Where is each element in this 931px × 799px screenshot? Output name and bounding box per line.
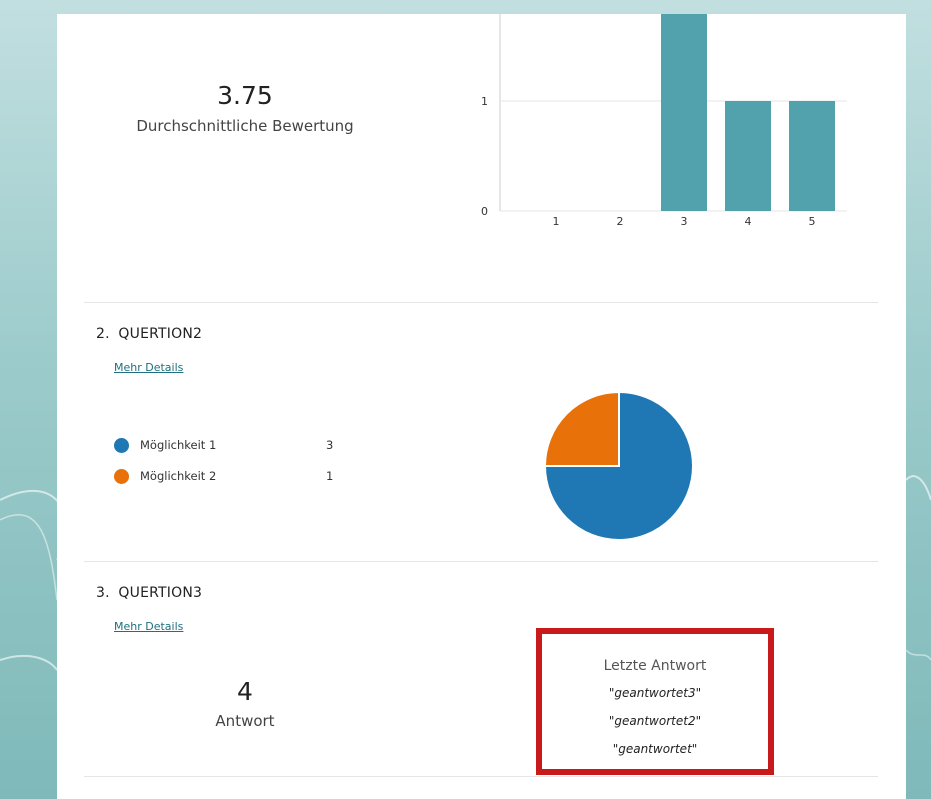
question-3-number: 3. — [96, 585, 110, 601]
option-1-swatch — [114, 438, 129, 453]
section-divider — [84, 776, 878, 777]
question-3-more-details-link[interactable]: Mehr Details — [114, 620, 183, 633]
option-2-label: Möglichkeit 2 — [140, 469, 217, 483]
question-3-text: QUERTION3 — [118, 585, 203, 601]
bar-5 — [789, 101, 835, 211]
options-pie-chart — [543, 390, 694, 541]
response-count-label: Antwort — [215, 712, 275, 730]
y-tick-label: 0 — [481, 205, 488, 218]
question-2-text: QUERTION2 — [118, 326, 203, 342]
option-1-label: Möglichkeit 1 — [140, 438, 217, 452]
y-tick-label: 1 — [481, 95, 488, 108]
latest-responses-title: Letzte Antwort — [603, 658, 707, 674]
bar-4 — [725, 101, 771, 211]
option-2-count: 1 — [326, 469, 334, 483]
question-2-more-details-link[interactable]: Mehr Details — [114, 361, 183, 374]
rating-bar-chart: 0 1 1 2 3 4 5 — [481, 14, 847, 228]
latest-responses-box: Letzte Antwort "geantwortet3" "geantwort… — [536, 628, 774, 775]
average-rating-label: Durchschnittliche Bewertung — [136, 117, 354, 135]
x-tick-label: 5 — [809, 215, 816, 228]
x-tick-label: 2 — [617, 215, 624, 228]
option-2-swatch — [114, 469, 129, 484]
latest-response-item: "geantwortet" — [612, 742, 698, 756]
latest-response-item: "geantwortet3" — [608, 686, 702, 700]
option-1-count: 3 — [326, 438, 334, 452]
x-tick-label: 1 — [553, 215, 560, 228]
pie-slice-option-2 — [543, 390, 620, 467]
x-tick-label: 4 — [745, 215, 752, 228]
section-divider — [84, 302, 878, 303]
question-2-title: 2. QUERTION2 — [96, 326, 202, 342]
average-rating-value: 3.75 — [217, 81, 273, 110]
question-3-title: 3. QUERTION3 — [96, 585, 202, 601]
section-divider — [84, 561, 878, 562]
latest-response-item: "geantwortet2" — [608, 714, 702, 728]
question-2-number: 2. — [96, 326, 110, 342]
response-count-value: 4 — [237, 677, 253, 706]
summary-card: 3.75 Durchschnittliche Bewertung 0 1 1 2 3 4… — [57, 14, 906, 799]
bar-3 — [661, 14, 707, 211]
x-tick-label: 3 — [681, 215, 688, 228]
